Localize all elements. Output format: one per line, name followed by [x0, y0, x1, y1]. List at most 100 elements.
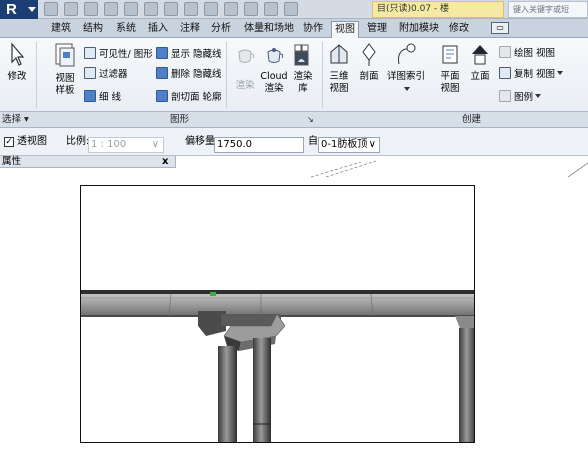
title-bar: R 目(只读)0.07 - 楼 键入关键字或短: [0, 0, 588, 19]
callout-dropdown-icon[interactable]: [404, 86, 410, 91]
render-button[interactable]: 渲染: [230, 42, 260, 92]
cloud-render-button[interactable]: Cloud 渲染: [258, 42, 290, 95]
duplicate-view-button[interactable]: 复制 视图: [499, 65, 564, 81]
render-gallery-label-1: 渲染: [293, 71, 313, 82]
plan-view-icon: [442, 45, 458, 64]
callout-label: 详图索引: [386, 71, 425, 82]
cut-profile-button[interactable]: 剖切面 轮廓: [156, 88, 222, 104]
thin-lines-icon: [84, 90, 96, 102]
modify-button[interactable]: 修改: [2, 42, 32, 83]
tab-add-ins[interactable]: 附加模块: [396, 21, 442, 38]
switch-windows-icon[interactable]: [284, 2, 298, 16]
legends-button[interactable]: 图例: [499, 88, 542, 104]
drafting-view-button[interactable]: 绘图 视图: [499, 44, 555, 60]
filters-icon: [84, 67, 96, 79]
plan-view-button[interactable]: 平面 视图: [436, 42, 464, 95]
render-gallery-label-2: 库: [298, 83, 308, 94]
perspective-checkbox[interactable]: ✓: [4, 137, 14, 147]
tab-collaborate[interactable]: 协作: [300, 21, 326, 38]
thin-lines-label: 细 线: [99, 92, 122, 103]
ribbon-tab-bar: 建筑 结构 系统 插入 注释 分析 体量和场地 协作 视图 管理 附加模块 修改…: [0, 19, 588, 38]
measure-icon[interactable]: [144, 2, 158, 16]
scale-value: 1 : 100: [91, 139, 127, 150]
3d-model-render: [81, 290, 474, 442]
save-icon[interactable]: [64, 2, 78, 16]
scale-select[interactable]: 1 : 100 ∨: [88, 137, 164, 153]
from-level-value: 0-1肪板顶: [321, 139, 368, 150]
3d-view-label-2: 视图: [329, 83, 349, 94]
tab-modify[interactable]: 修改: [446, 21, 472, 38]
duplicate-view-label: 复制 视图: [514, 69, 556, 80]
close-windows-icon[interactable]: [264, 2, 278, 16]
drafting-view-label: 绘图 视图: [514, 48, 556, 59]
thin-lines-button[interactable]: 细 线: [84, 88, 121, 104]
tab-systems[interactable]: 系统: [113, 21, 139, 38]
cut-profile-icon: [156, 90, 168, 102]
legends-label: 图例: [514, 92, 534, 103]
teapot-icon: [238, 49, 255, 63]
undo-icon[interactable]: [84, 2, 98, 16]
offset-input[interactable]: 1750.0: [214, 137, 304, 153]
section-button[interactable]: 剖面: [356, 42, 382, 83]
options-bar: ✓ 透视图 比例: 1 : 100 ∨ 偏移量: 1750.0 自 0-1肪板顶…: [0, 128, 588, 156]
drawing-area-top[interactable]: [176, 156, 588, 178]
section-label: 剖面: [359, 71, 379, 82]
filters-button[interactable]: 过滤器: [84, 65, 128, 81]
print-icon[interactable]: [124, 2, 138, 16]
visibility-graphics-icon: [84, 47, 96, 59]
3d-view-button[interactable]: 三维 视图: [324, 42, 354, 95]
cut-profile-label: 剖切面 轮廓: [171, 92, 222, 103]
dimension-icon[interactable]: [164, 2, 178, 16]
from-level-select[interactable]: 0-1肪板顶 ∨: [318, 137, 380, 153]
cloud-render-label-1: Cloud: [260, 71, 288, 82]
3d-view-icon[interactable]: [204, 2, 218, 16]
panel-toggle-icon[interactable]: ▭: [491, 22, 509, 34]
visibility-graphics-button[interactable]: 可见性/ 图形: [84, 45, 153, 61]
elevation-button[interactable]: 立面: [466, 42, 494, 83]
select-panel-label[interactable]: 选择 ▾: [2, 113, 29, 127]
view-templates-button[interactable]: 视图 样板: [50, 42, 80, 97]
3d-view-label-1: 三维: [329, 71, 349, 82]
render-gallery-button[interactable]: 渲染 库: [288, 42, 318, 95]
render-label: 渲染: [235, 80, 255, 91]
callout-icon: [398, 43, 416, 65]
properties-close-button[interactable]: x: [162, 156, 168, 168]
drafting-view-icon: [499, 46, 511, 58]
tab-analyze[interactable]: 分析: [208, 21, 234, 38]
section-icon[interactable]: [224, 2, 238, 16]
scale-label: 比例:: [66, 136, 90, 147]
legends-dropdown-icon[interactable]: [535, 94, 542, 98]
remove-hidden-lines-button[interactable]: 删除 隐藏线: [156, 65, 222, 81]
section-marker-icon: [362, 43, 376, 66]
offset-value: 1750.0: [217, 139, 252, 150]
properties-palette-header: 属性 x: [0, 156, 176, 168]
ribbon-panel: 修改 视图 样板 可见性/ 图形 过滤器 细 线 显示 隐藏线 删除 隐藏线 剖…: [0, 38, 588, 112]
elevation-marker-icon: [472, 45, 488, 65]
render-gallery-icon: [294, 44, 309, 66]
text-icon[interactable]: [184, 2, 198, 16]
tab-structure[interactable]: 结构: [80, 21, 106, 38]
open-icon[interactable]: [44, 2, 58, 16]
perspective-label: 透视图: [17, 136, 47, 147]
tab-manage[interactable]: 管理: [364, 21, 390, 38]
tab-architecture[interactable]: 建筑: [48, 21, 74, 38]
tab-annotate[interactable]: 注释: [177, 21, 203, 38]
search-input[interactable]: 键入关键字或短: [508, 1, 588, 18]
house-3d-icon: [330, 44, 348, 64]
tab-view[interactable]: 视图: [331, 21, 359, 38]
duplicate-view-dropdown-icon[interactable]: [557, 71, 564, 75]
cursor-arrow-icon: [11, 42, 25, 66]
tab-insert[interactable]: 插入: [145, 21, 171, 38]
graphics-dialog-launcher-icon[interactable]: ↘: [307, 113, 314, 127]
redo-icon[interactable]: [104, 2, 118, 16]
graphics-panel-label: 图形: [170, 114, 190, 125]
callout-button[interactable]: 详图索引: [386, 42, 426, 95]
application-menu-button[interactable]: R: [0, 0, 38, 19]
properties-title: 属性: [2, 156, 22, 167]
duplicate-view-icon: [499, 67, 511, 79]
3d-viewport[interactable]: [80, 185, 475, 443]
tab-massing-site[interactable]: 体量和场地: [241, 21, 297, 38]
thin-lines-icon[interactable]: [244, 2, 258, 16]
show-hidden-lines-button[interactable]: 显示 隐藏线: [156, 45, 222, 61]
from-label: 自: [308, 136, 318, 147]
